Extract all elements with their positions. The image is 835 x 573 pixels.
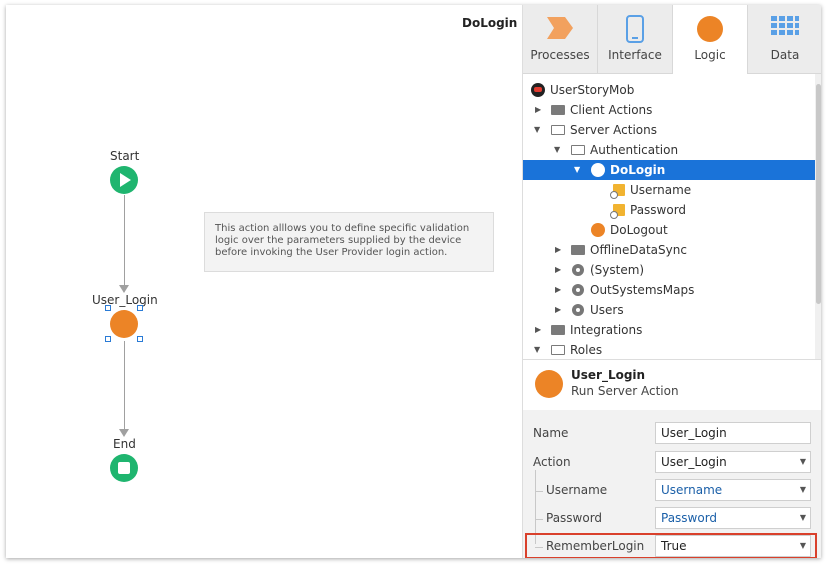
caret-down-icon[interactable]: ▼ [534, 120, 544, 140]
tab-label: Logic [694, 48, 726, 62]
tree-item-roles[interactable]: ▼ Roles [523, 340, 815, 360]
end-label: End [113, 437, 136, 451]
chevron-down-icon: ▼ [799, 485, 806, 494]
prop-row-name: Name User_Login [523, 420, 821, 448]
flow-connector[interactable] [124, 341, 125, 431]
arrow-head-icon [119, 429, 129, 437]
element-name: User_Login [571, 368, 646, 382]
tree-item-system[interactable]: ▶ (System) [523, 260, 815, 280]
tree-item-dologin[interactable]: ▼ DoLogin [523, 160, 815, 180]
selection-handle[interactable] [105, 336, 111, 342]
server-action-icon [591, 223, 605, 237]
tree-item-root[interactable]: UserStoryMob [523, 80, 815, 100]
right-panel: Processes Interface Logic Data UserStory… [522, 5, 821, 558]
caret-down-icon[interactable]: ▼ [534, 340, 544, 360]
folder-icon [571, 245, 585, 255]
logic-icon [697, 16, 723, 42]
tab-label: Data [770, 48, 800, 62]
caret-down-icon[interactable]: ▼ [574, 160, 584, 180]
caret-right-icon[interactable]: ▶ [555, 240, 565, 260]
tab-data[interactable]: Data [748, 5, 821, 73]
folder-open-icon [551, 125, 565, 135]
caret-right-icon[interactable]: ▶ [555, 260, 565, 280]
start-label: Start [110, 149, 140, 163]
tree-scrollbar[interactable] [815, 74, 821, 359]
end-node[interactable] [110, 454, 138, 482]
tree-item-client-actions[interactable]: ▶ Client Actions [523, 100, 815, 120]
arrow-head-icon [119, 285, 129, 293]
element-summary: User_Login Run Server Action [523, 359, 821, 411]
server-action-icon [535, 370, 563, 398]
play-icon [120, 173, 131, 187]
tab-label: Processes [530, 48, 590, 62]
tree-item-outsystemsmaps[interactable]: ▶ OutSystemsMaps [523, 280, 815, 300]
module-icon [572, 264, 584, 276]
tab-processes[interactable]: Processes [523, 5, 598, 73]
password-select[interactable]: Password ▼ [655, 507, 811, 529]
chevron-down-icon: ▼ [799, 457, 806, 466]
flow-connector[interactable] [124, 195, 125, 287]
app-icon [531, 83, 545, 97]
tab-interface[interactable]: Interface [598, 5, 673, 73]
data-icon [771, 16, 799, 35]
stop-icon [118, 462, 130, 474]
tree-item-authentication[interactable]: ▼ Authentication [523, 140, 815, 160]
tree-item-dologout[interactable]: DoLogout [523, 220, 815, 240]
module-icon [572, 304, 584, 316]
tab-logic[interactable]: Logic [673, 5, 748, 74]
action-select[interactable]: User_Login ▼ [655, 451, 811, 473]
tree-item-server-actions[interactable]: ▼ Server Actions [523, 120, 815, 140]
selection-handle[interactable] [137, 336, 143, 342]
logic-tree: UserStoryMob ▶ Client Actions ▼ Server A… [523, 74, 815, 359]
caret-right-icon[interactable]: ▶ [535, 320, 545, 340]
input-parameter-icon [610, 204, 625, 219]
run-server-action-node[interactable] [110, 310, 138, 338]
caret-right-icon[interactable]: ▶ [555, 280, 565, 300]
tab-bar: Processes Interface Logic Data [523, 5, 821, 74]
caret-down-icon[interactable]: ▼ [554, 140, 564, 160]
interface-icon [626, 15, 644, 43]
flow-canvas[interactable]: DoLogin Start User_Login End This action… [6, 5, 522, 558]
scrollbar-thumb[interactable] [816, 84, 821, 304]
tree-item-password[interactable]: Password [523, 200, 815, 220]
prop-row-action: Action User_Login ▼ [523, 449, 821, 477]
tree-item-username[interactable]: Username [523, 180, 815, 200]
prop-row-password: Password Password ▼ [523, 505, 821, 533]
name-field[interactable]: User_Login [655, 422, 811, 444]
caret-right-icon[interactable]: ▶ [535, 100, 545, 120]
tree-item-integrations[interactable]: ▶ Integrations [523, 320, 815, 340]
tab-label: Interface [608, 48, 662, 62]
canvas-title: DoLogin [462, 16, 518, 30]
start-node[interactable] [110, 166, 138, 194]
element-type: Run Server Action [571, 384, 679, 398]
selection-handle[interactable] [105, 305, 111, 311]
action-label: User_Login [92, 293, 158, 307]
highlight-box [525, 533, 817, 558]
folder-icon [551, 325, 565, 335]
tree-item-offlinedatasync[interactable]: ▶ OfflineDataSync [523, 240, 815, 260]
prop-row-username: Username Username ▼ [523, 477, 821, 505]
properties-panel: Name User_Login Action User_Login ▼ User… [523, 410, 821, 558]
server-action-icon [591, 163, 605, 177]
folder-open-icon [571, 145, 585, 155]
tree-item-users[interactable]: ▶ Users [523, 300, 815, 320]
folder-open-icon [551, 345, 565, 355]
chevron-down-icon: ▼ [799, 513, 806, 522]
module-icon [572, 284, 584, 296]
app-window: DoLogin Start User_Login End This action… [6, 5, 821, 558]
selection-handle[interactable] [137, 305, 143, 311]
folder-icon [551, 105, 565, 115]
comment-box[interactable]: This action alllows you to define specif… [204, 212, 494, 272]
processes-icon [547, 17, 573, 39]
input-parameter-icon [610, 184, 625, 199]
username-select[interactable]: Username ▼ [655, 479, 811, 501]
caret-right-icon[interactable]: ▶ [555, 300, 565, 320]
